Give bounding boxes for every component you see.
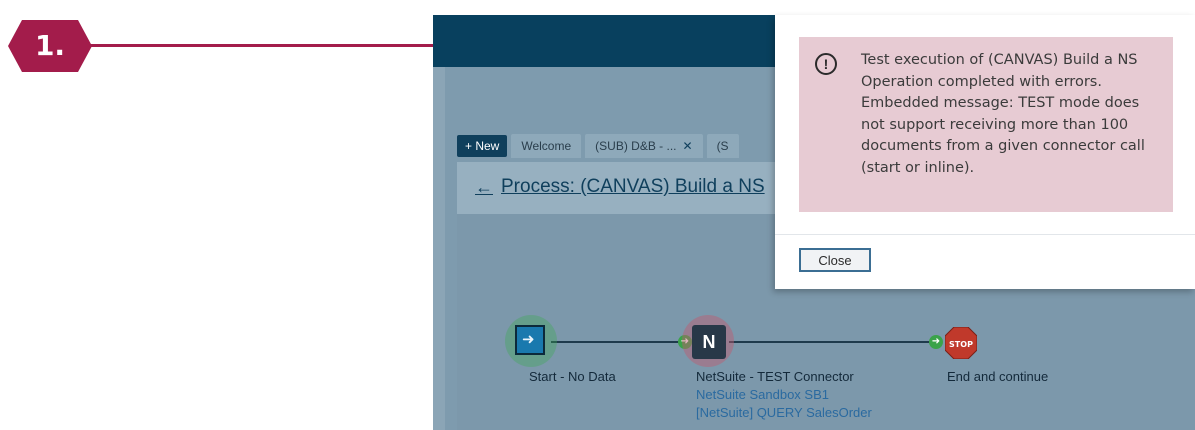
- start-shape-label: Start - No Data: [529, 369, 616, 384]
- stop-icon: STOP: [945, 327, 977, 359]
- tab-label: Welcome: [521, 139, 572, 153]
- error-alert-box: ! Test execution of (CANVAS) Build a NS …: [799, 37, 1173, 212]
- back-arrow-icon[interactable]: ←: [475, 177, 493, 198]
- tab-label: (S: [716, 139, 729, 153]
- step-number: 1.: [34, 29, 66, 62]
- error-message: Test execution of (CANVAS) Build a NS Op…: [861, 52, 1145, 176]
- tab-sub-dnb[interactable]: (SUB) D&B - ... ✕: [585, 134, 703, 158]
- new-tab-button[interactable]: + New: [457, 135, 508, 157]
- tab-label: (SUB) D&B - ...: [595, 139, 677, 153]
- tab-welcome[interactable]: Welcome: [511, 134, 582, 158]
- close-tab-icon[interactable]: ✕: [683, 139, 693, 153]
- process-title-link[interactable]: ← Process: (CANVAS) Build a NS: [475, 176, 765, 198]
- connector-line: [729, 341, 941, 343]
- connector-label: NetSuite - TEST Connector: [696, 369, 854, 384]
- svg-text:STOP: STOP: [949, 340, 973, 349]
- tab-bar: + New Welcome (SUB) D&B - ... ✕ (S: [457, 133, 739, 159]
- process-title[interactable]: Process: (CANVAS) Build a NS: [501, 176, 765, 198]
- connector-operation-link[interactable]: [NetSuite] QUERY SalesOrder: [696, 405, 872, 420]
- dialog-divider: [775, 234, 1195, 235]
- end-shape-label: End and continue: [947, 369, 1049, 384]
- netsuite-connector-shape[interactable]: N: [682, 315, 734, 367]
- step-badge: 1.: [8, 20, 92, 72]
- close-button[interactable]: Close: [799, 248, 871, 272]
- start-shape[interactable]: ➜: [505, 315, 557, 367]
- connector-connection-link[interactable]: NetSuite Sandbox SB1: [696, 387, 829, 402]
- left-panel-strip: [433, 67, 445, 430]
- connector-line: [551, 341, 691, 343]
- start-shape-icon: ➜: [515, 325, 545, 355]
- step-connector-line: [90, 44, 435, 47]
- error-dialog: ! Test execution of (CANVAS) Build a NS …: [775, 15, 1195, 289]
- exclamation-icon: !: [815, 53, 837, 75]
- netsuite-icon: N: [692, 325, 726, 359]
- tab-partial[interactable]: (S: [706, 134, 739, 158]
- stop-shape[interactable]: STOP: [939, 321, 979, 361]
